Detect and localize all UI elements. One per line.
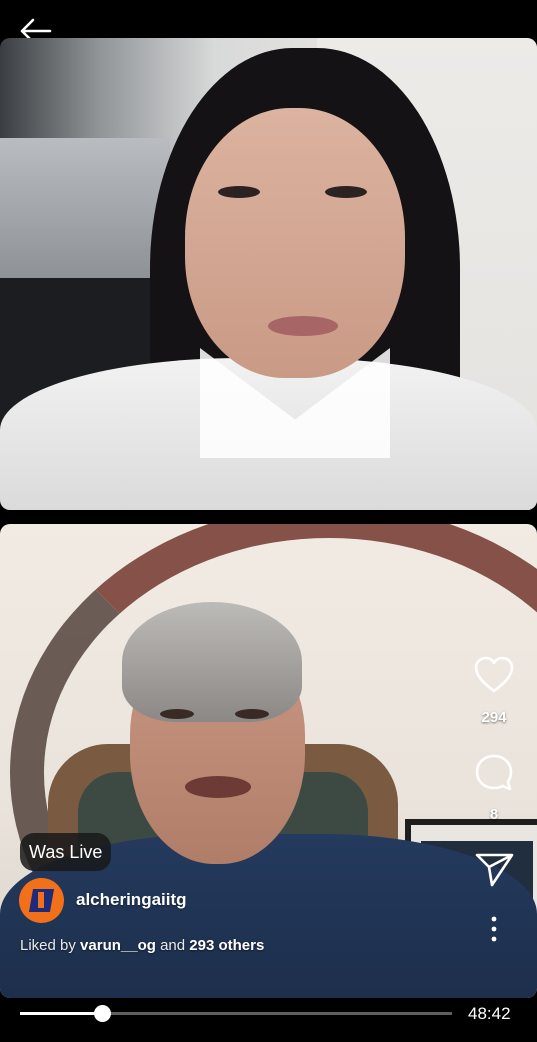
username-link[interactable]: alcheringaiitg [76,890,187,910]
progress-thumb[interactable] [94,1005,112,1022]
video-feed-top [0,38,537,510]
share-button[interactable] [472,850,516,890]
participant-mouth [185,776,251,798]
liked-by-prefix: Liked by [20,937,76,954]
participant-eye [325,186,367,198]
liked-by-and: and [160,937,186,954]
was-live-badge: Was Live [20,833,112,871]
participant-hair [122,602,302,722]
comment-button[interactable] [472,752,516,794]
comments-count: 8 [489,806,499,823]
participant-face [185,108,405,378]
comment-bubble-icon [475,754,513,791]
likes-count: 294 [481,709,507,726]
video-duration: 48:42 [468,1004,511,1023]
background-window [0,138,170,278]
progress-bar[interactable] [20,1005,452,1022]
progress-fill [20,1012,103,1015]
heart-icon [474,656,514,693]
participant-eye [235,709,269,719]
participant-mouth [268,316,338,336]
participant-eye [218,186,260,198]
avatar[interactable] [19,878,64,923]
liked-by-user-link[interactable]: varun__og [80,937,156,954]
participant-eye [160,709,194,719]
send-icon [475,853,514,887]
more-options-button[interactable] [472,914,516,944]
more-vertical-icon [491,916,497,942]
video-feed-bottom [0,524,537,998]
like-button[interactable] [472,654,516,696]
liked-by-text: Liked by varun__og and 293 others [20,937,264,954]
liked-by-others-link[interactable]: 293 others [189,937,264,954]
